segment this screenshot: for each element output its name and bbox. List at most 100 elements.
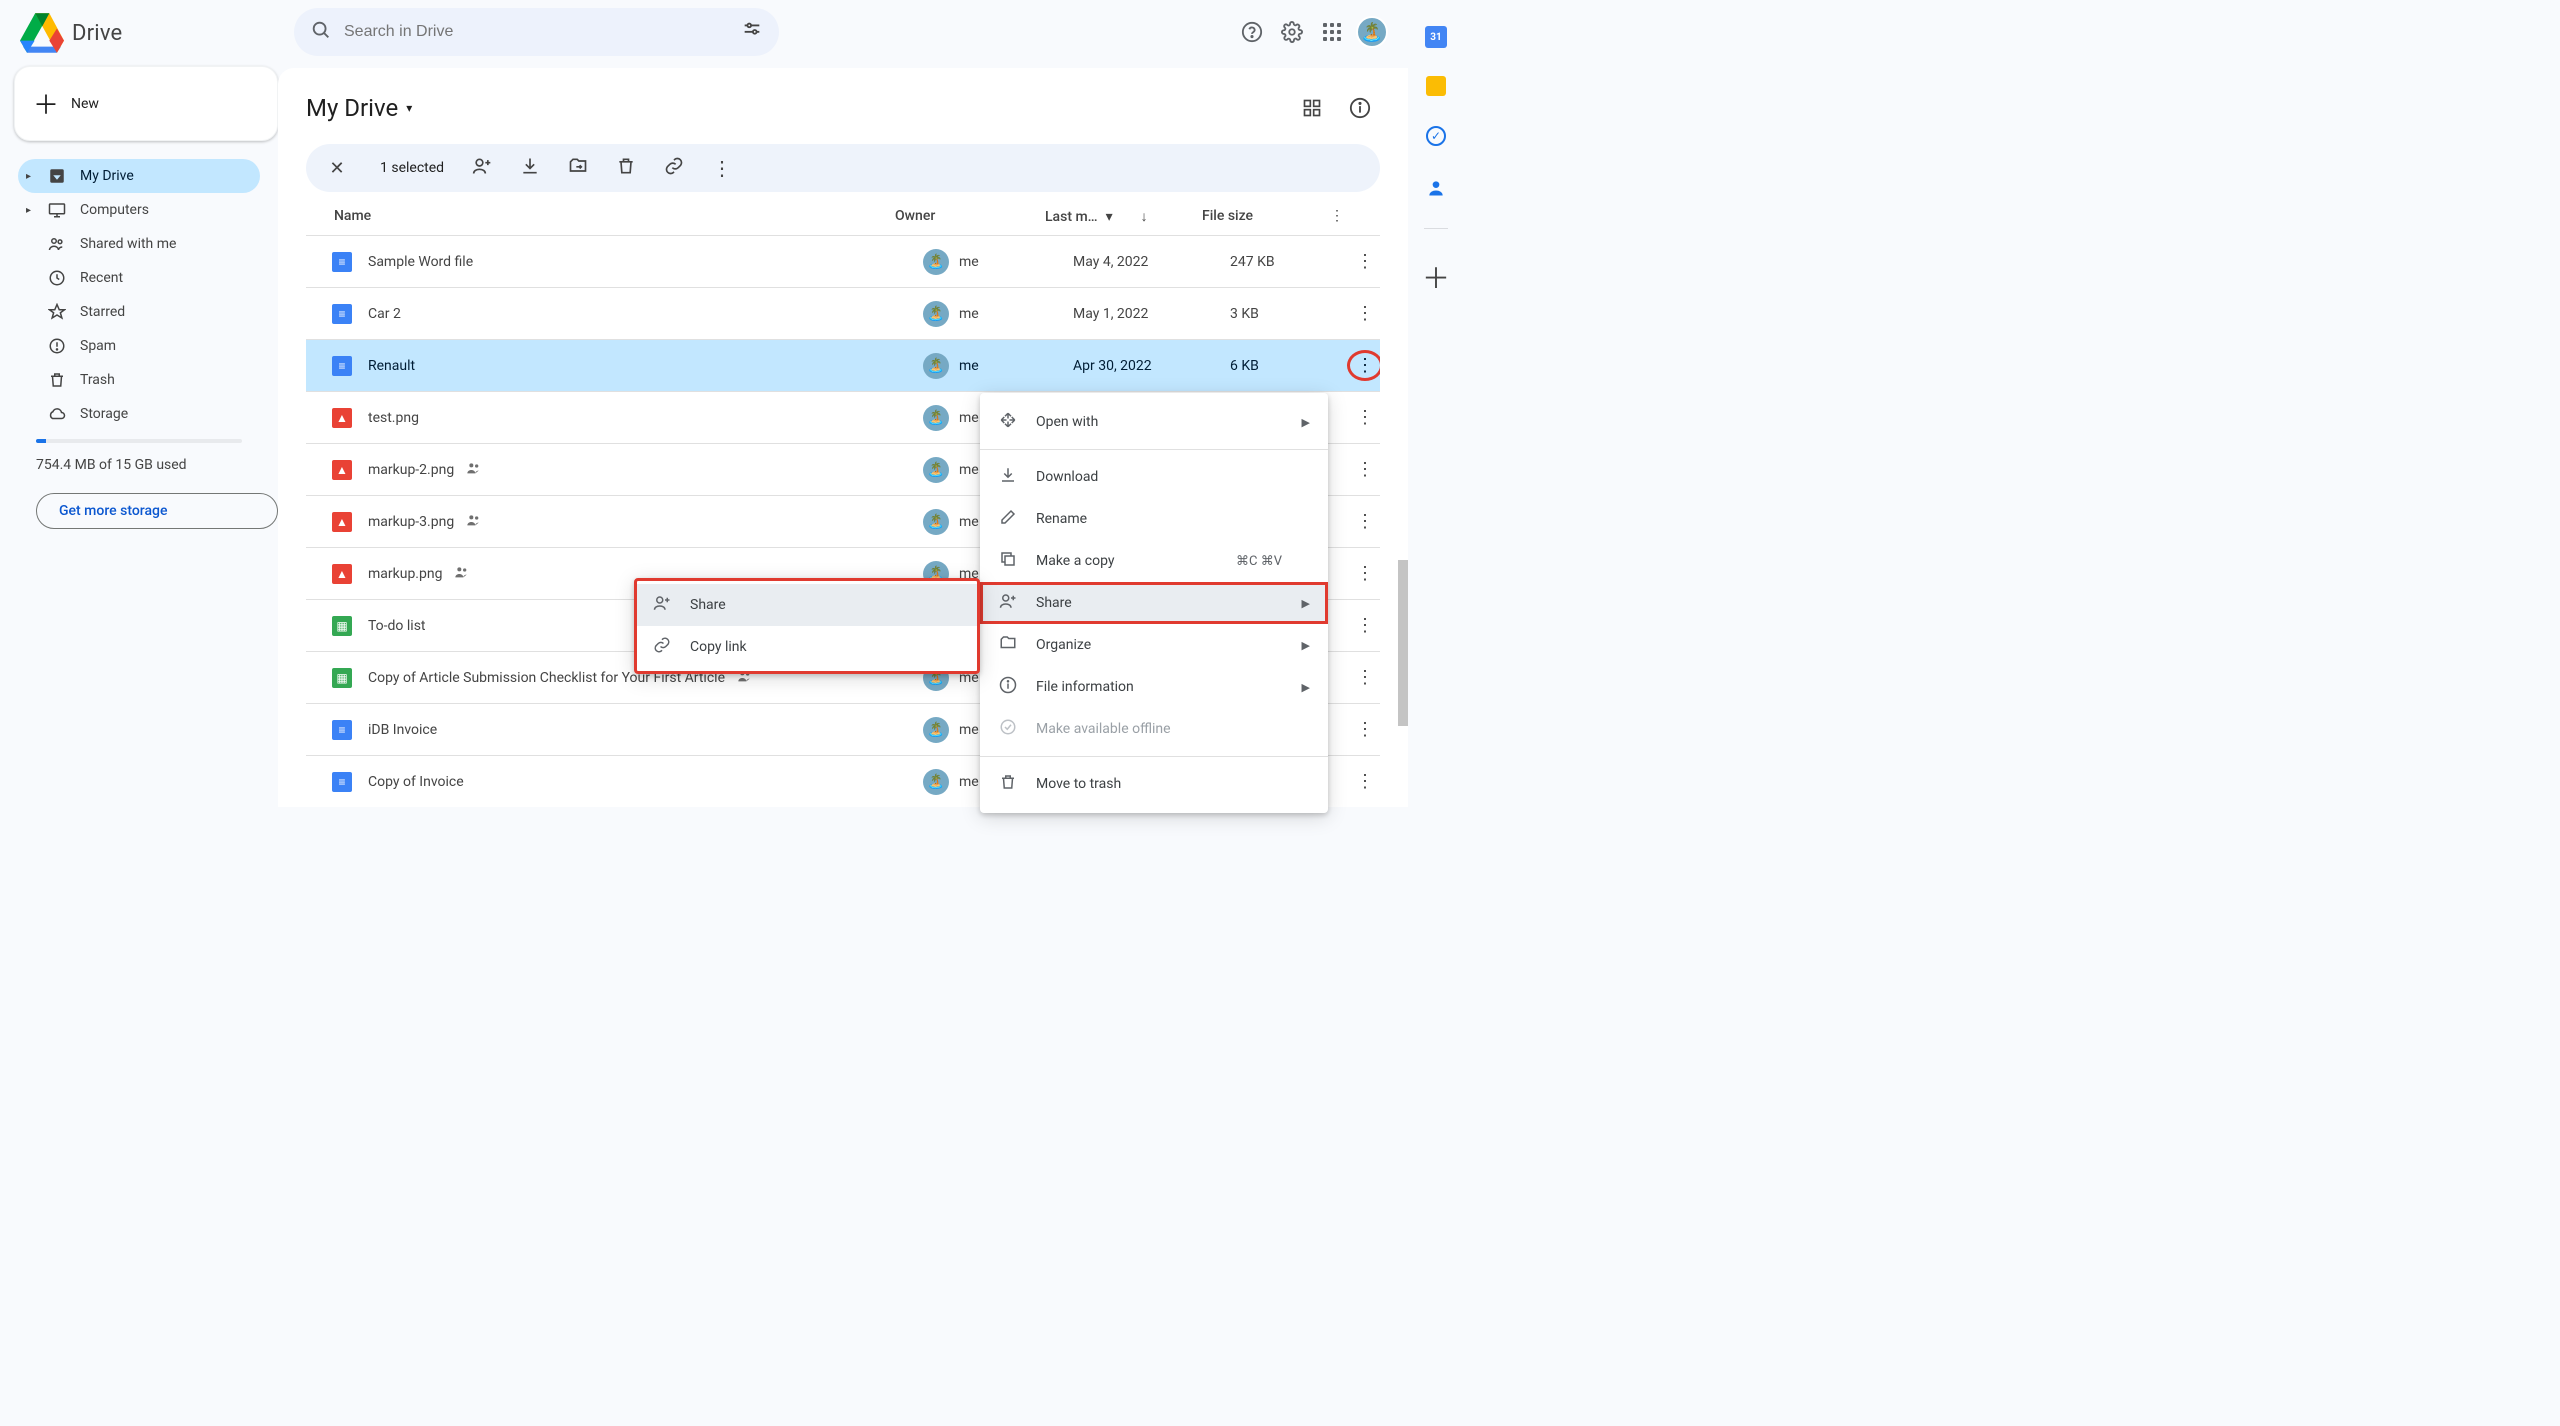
file-more-icon[interactable]: ⋮ bbox=[1350, 667, 1380, 688]
share-sub-item-copy-link[interactable]: Copy link bbox=[634, 626, 980, 668]
file-size: 247 KB bbox=[1230, 254, 1350, 270]
col-modified[interactable]: Last m… ▾ ↓ bbox=[1045, 208, 1202, 225]
calendar-app-icon[interactable]: 31 bbox=[1425, 26, 1447, 48]
clock-icon bbox=[46, 269, 68, 287]
file-type-img-icon: ▲ bbox=[306, 460, 368, 480]
file-type-sheet-icon: ▦ bbox=[306, 668, 368, 688]
expand-caret-icon[interactable]: ▸ bbox=[26, 171, 31, 182]
submenu-caret-icon: ▶ bbox=[1302, 681, 1310, 694]
file-more-icon[interactable]: ⋮ bbox=[1350, 251, 1380, 272]
drive-logo-row[interactable]: Drive bbox=[0, 8, 278, 64]
details-panel-icon[interactable] bbox=[1340, 88, 1380, 128]
file-more-icon[interactable]: ⋮ bbox=[1350, 719, 1380, 740]
search-options-icon[interactable] bbox=[741, 19, 763, 46]
ctx-item-share[interactable]: Share▶ bbox=[980, 582, 1328, 624]
file-more-icon[interactable]: ⋮ bbox=[1350, 615, 1380, 636]
ctx-item-label: File information bbox=[1036, 679, 1134, 695]
contacts-app-icon[interactable] bbox=[1424, 176, 1448, 200]
keep-app-icon[interactable] bbox=[1426, 76, 1446, 96]
move-selected-icon[interactable] bbox=[568, 156, 588, 181]
sidebar-item-recent[interactable]: Recent bbox=[18, 261, 260, 295]
shared-indicator-icon bbox=[466, 512, 482, 532]
ctx-item-move-to-trash[interactable]: Move to trash bbox=[980, 763, 1328, 805]
file-owner: me bbox=[959, 462, 979, 478]
menu-separator bbox=[980, 449, 1328, 450]
people-icon bbox=[46, 235, 68, 253]
sidebar-item-my-drive[interactable]: ▸ My Drive bbox=[18, 159, 260, 193]
caret-down-icon: ▾ bbox=[406, 101, 412, 115]
file-more-icon[interactable]: ⋮ bbox=[1350, 511, 1380, 532]
location-title-dropdown[interactable]: My Drive ▾ bbox=[306, 94, 412, 122]
file-owner: me bbox=[959, 722, 979, 738]
sidebar-item-storage[interactable]: Storage bbox=[18, 397, 260, 431]
sidebar-item-starred[interactable]: Starred bbox=[18, 295, 260, 329]
owner-avatar-icon: 🏝️ bbox=[923, 405, 949, 431]
search-input[interactable] bbox=[344, 23, 729, 41]
file-more-icon[interactable]: ⋮ bbox=[1350, 563, 1380, 584]
file-more-icon[interactable]: ⋮ bbox=[1350, 303, 1380, 324]
tasks-app-icon[interactable]: ✓ bbox=[1424, 124, 1448, 148]
new-button[interactable]: ＋ New bbox=[14, 66, 278, 141]
expand-caret-icon[interactable]: ▸ bbox=[26, 205, 31, 216]
ctx-item-label: Make a copy bbox=[1036, 553, 1115, 569]
get-more-storage-button[interactable]: Get more storage bbox=[36, 493, 278, 529]
ctx-item-make-a-copy[interactable]: Make a copy⌘C ⌘V bbox=[980, 540, 1328, 582]
file-type-doc-icon: ≡ bbox=[306, 252, 368, 272]
apps-icon[interactable] bbox=[1312, 12, 1352, 52]
account-avatar[interactable]: 🏝️ bbox=[1352, 12, 1392, 52]
owner-avatar-icon: 🏝️ bbox=[923, 509, 949, 535]
file-name: markup-3.png bbox=[368, 514, 454, 530]
download-selected-icon[interactable] bbox=[520, 156, 540, 181]
offline-icon bbox=[998, 718, 1018, 740]
file-type-doc-icon: ≡ bbox=[306, 304, 368, 324]
col-menu-icon[interactable]: ⋮ bbox=[1322, 208, 1352, 225]
file-name: test.png bbox=[368, 410, 419, 426]
rename-icon bbox=[998, 508, 1018, 530]
new-button-label: New bbox=[71, 96, 99, 112]
sidebar-item-computers[interactable]: ▸Computers bbox=[18, 193, 260, 227]
sidebar-item-label: Spam bbox=[80, 338, 116, 354]
settings-icon[interactable] bbox=[1272, 12, 1312, 52]
sidebar-item-trash[interactable]: Trash bbox=[18, 363, 260, 397]
sort-caret-icon: ▾ bbox=[1106, 209, 1113, 225]
ctx-item-open-with[interactable]: Open with▶ bbox=[980, 401, 1328, 443]
file-context-menu: Open with▶ Download Rename Make a copy⌘C ⌘V… bbox=[980, 393, 1328, 813]
col-size[interactable]: File size bbox=[1202, 208, 1322, 225]
file-row[interactable]: ≡Sample Word file🏝️meMay 4, 2022247 KB⋮ bbox=[306, 236, 1380, 288]
more-selected-icon[interactable]: ⋮ bbox=[712, 156, 732, 180]
sidebar-item-spam[interactable]: Spam bbox=[18, 329, 260, 363]
add-addon-icon[interactable]: ＋ bbox=[1424, 265, 1448, 289]
column-headers: Name Owner Last m… ▾ ↓ File size ⋮ bbox=[306, 200, 1380, 236]
ctx-item-label: Rename bbox=[1036, 511, 1087, 527]
file-more-icon[interactable]: ⋮ bbox=[1350, 350, 1380, 381]
layout-grid-icon[interactable] bbox=[1292, 88, 1332, 128]
delete-selected-icon[interactable] bbox=[616, 156, 636, 181]
search-bar[interactable] bbox=[294, 8, 779, 56]
col-name[interactable]: Name bbox=[334, 208, 895, 225]
share-icon bbox=[998, 592, 1018, 614]
file-size: 6 KB bbox=[1230, 358, 1350, 374]
help-icon[interactable] bbox=[1232, 12, 1272, 52]
file-name: To-do list bbox=[368, 618, 426, 634]
ctx-item-rename[interactable]: Rename bbox=[980, 498, 1328, 540]
location-title: My Drive bbox=[306, 94, 398, 122]
file-more-icon[interactable]: ⋮ bbox=[1350, 407, 1380, 428]
file-row[interactable]: ≡Renault🏝️meApr 30, 20226 KB⋮ bbox=[306, 340, 1380, 392]
link-selected-icon[interactable] bbox=[664, 156, 684, 181]
clear-selection-icon[interactable]: ✕ bbox=[322, 153, 352, 183]
share-sub-item-share[interactable]: Share bbox=[634, 584, 980, 626]
file-row[interactable]: ≡Car 2🏝️meMay 1, 20223 KB⋮ bbox=[306, 288, 1380, 340]
header-bar: 🏝️ bbox=[278, 0, 1408, 64]
ctx-item-file-information[interactable]: File information ▶ bbox=[980, 666, 1328, 708]
file-more-icon[interactable]: ⋮ bbox=[1350, 459, 1380, 480]
file-name: markup-2.png bbox=[368, 462, 454, 478]
shared-indicator-icon bbox=[454, 564, 470, 584]
ctx-item-organize[interactable]: Organize▶ bbox=[980, 624, 1328, 666]
share-selected-icon[interactable] bbox=[472, 156, 492, 181]
ctx-item-download[interactable]: Download bbox=[980, 456, 1328, 498]
col-owner[interactable]: Owner bbox=[895, 208, 1045, 225]
sidebar-item-label: My Drive bbox=[80, 168, 134, 184]
sidebar-item-shared-with-me[interactable]: Shared with me bbox=[18, 227, 260, 261]
download-icon bbox=[998, 466, 1018, 488]
file-more-icon[interactable]: ⋮ bbox=[1350, 771, 1380, 792]
